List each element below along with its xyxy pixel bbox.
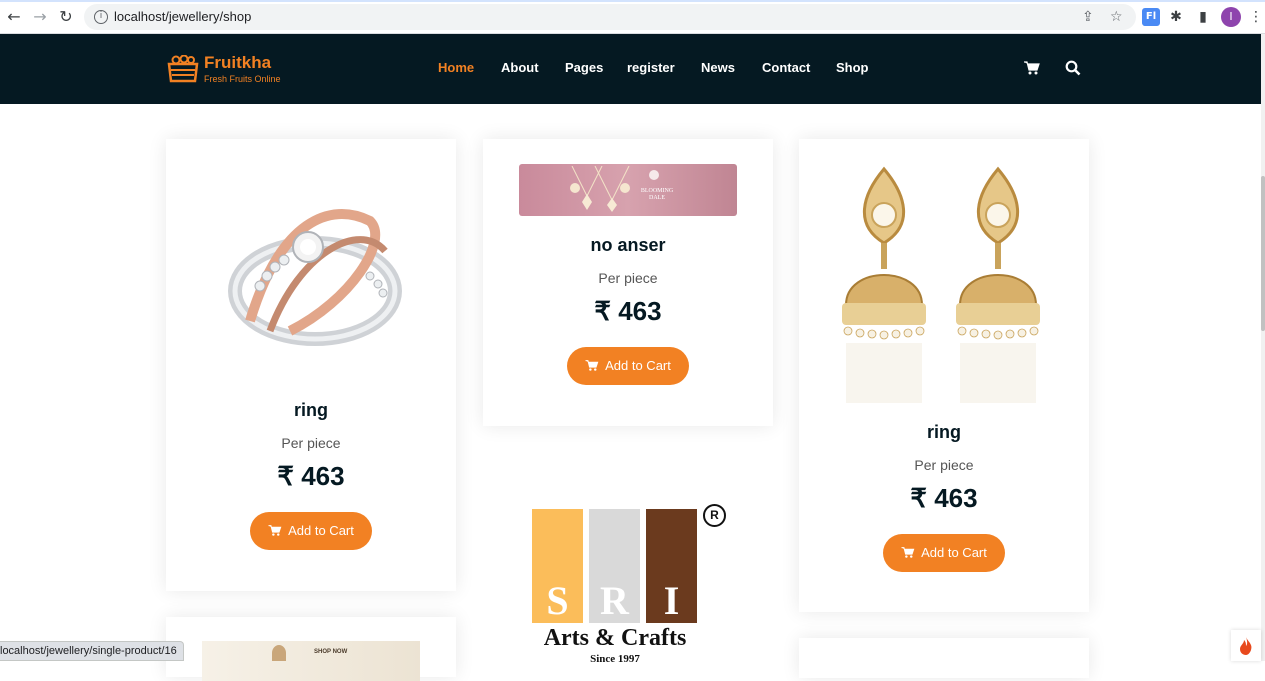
nav-about[interactable]: About [501, 60, 539, 75]
product-card: ring Per piece ₹ 463 Add to Cart [166, 139, 456, 591]
side-panel-icon[interactable]: ▮ [1194, 8, 1212, 26]
product-card: ring Per piece ₹ 463 Add to Cart [799, 139, 1089, 612]
cart-icon [585, 360, 599, 371]
add-to-cart-label: Add to Cart [288, 523, 354, 538]
floating-widget[interactable] [1231, 630, 1261, 661]
status-bar-link: localhost/jewellery/single-product/16 [0, 641, 184, 661]
product-price: ₹ 463 [594, 296, 662, 326]
ring-image[interactable] [220, 181, 410, 361]
address-bar[interactable]: i localhost/jewellery/shop ⇪ ☆ [84, 4, 1136, 30]
add-to-cart-label: Add to Cart [605, 358, 671, 373]
browser-menu-icon[interactable]: ⋮ [1247, 8, 1265, 26]
search-icon[interactable] [1065, 60, 1081, 76]
registered-mark: R [703, 504, 726, 527]
flame-icon [1240, 637, 1252, 655]
product-unit: Per piece [281, 435, 341, 451]
cart-icon[interactable] [1024, 60, 1040, 76]
product-price: ₹ 463 [277, 461, 345, 491]
nav-contact[interactable]: Contact [762, 60, 810, 75]
address-url[interactable]: localhost/jewellery/shop [114, 9, 251, 24]
product-name[interactable]: ring [799, 422, 1089, 443]
browser-toolbar: ← → ↻ i localhost/jewellery/shop ⇪ ☆ Fl … [0, 0, 1265, 34]
bookmark-star-icon[interactable]: ☆ [1110, 9, 1123, 25]
logo-bar-grey: R [589, 509, 640, 623]
share-icon[interactable]: ⇪ [1082, 9, 1094, 25]
product-card: SHOP NOW [166, 617, 456, 681]
brand-mark-icon [649, 170, 659, 180]
forward-icon[interactable]: → [30, 7, 50, 27]
earrings-image[interactable] [832, 165, 1056, 409]
nav-shop[interactable]: Shop [836, 60, 869, 75]
cart-icon [901, 547, 915, 558]
earring-left [842, 166, 926, 403]
add-to-cart-button[interactable]: Add to Cart [567, 347, 689, 385]
add-to-cart-button[interactable]: Add to Cart [250, 512, 372, 550]
extension-icon[interactable]: Fl [1142, 8, 1160, 26]
reload-icon[interactable]: ↻ [56, 7, 76, 27]
banner-brand: BLOOMING DALE [640, 188, 674, 201]
back-icon[interactable]: ← [4, 7, 24, 27]
brand-name: Fruitkha [204, 53, 272, 72]
site-info-icon[interactable]: i [94, 10, 108, 24]
page-scrollbar[interactable] [1261, 34, 1265, 661]
nav-home[interactable]: Home [438, 60, 474, 75]
basket-icon [167, 55, 199, 83]
profile-avatar[interactable]: I [1221, 7, 1241, 27]
logo-since: Since 1997 [590, 653, 640, 665]
nav-news[interactable]: News [701, 60, 735, 75]
model-figure [272, 645, 286, 661]
product-name[interactable]: ring [166, 400, 456, 421]
brand-tagline: Fresh Fruits Online [204, 74, 281, 84]
nav-pages[interactable]: Pages [565, 60, 603, 75]
product-price: ₹ 463 [910, 483, 978, 513]
product-unit: Per piece [598, 270, 658, 286]
product-banner-image[interactable]: SHOP NOW [202, 641, 420, 681]
site-logo[interactable]: Fruitkha Fresh Fruits Online [167, 53, 292, 87]
scrollbar-thumb[interactable] [1261, 176, 1265, 331]
sri-arts-crafts-logo: S R I R Arts & Crafts Since 1997 [530, 503, 730, 665]
puzzle-extensions-icon[interactable]: ✱ [1167, 8, 1185, 26]
nav-register[interactable]: register [627, 60, 675, 75]
banner-cta: SHOP NOW [314, 649, 348, 655]
tab-strip-edge [0, 0, 1265, 2]
product-card [799, 638, 1089, 678]
logo-letter: S [546, 578, 569, 623]
site-header: Fruitkha Fresh Fruits Online Home About … [0, 34, 1261, 104]
logo-title: Arts & Crafts [543, 625, 687, 651]
earring-right [956, 166, 1040, 403]
logo-letter: I [663, 578, 680, 623]
product-card: BLOOMING DALE no anser Per piece ₹ 463 A… [483, 139, 773, 426]
cart-icon [268, 525, 282, 536]
logo-bar-yellow: S [532, 509, 583, 623]
add-to-cart-label: Add to Cart [921, 545, 987, 560]
jewellery-banner-image[interactable]: BLOOMING DALE [519, 164, 737, 216]
logo-letter: R [600, 578, 629, 623]
product-name[interactable]: no anser [483, 235, 773, 256]
product-unit: Per piece [914, 457, 974, 473]
add-to-cart-button[interactable]: Add to Cart [883, 534, 1005, 572]
logo-bar-brown: I [646, 509, 697, 623]
necklace-graphic [570, 166, 630, 212]
